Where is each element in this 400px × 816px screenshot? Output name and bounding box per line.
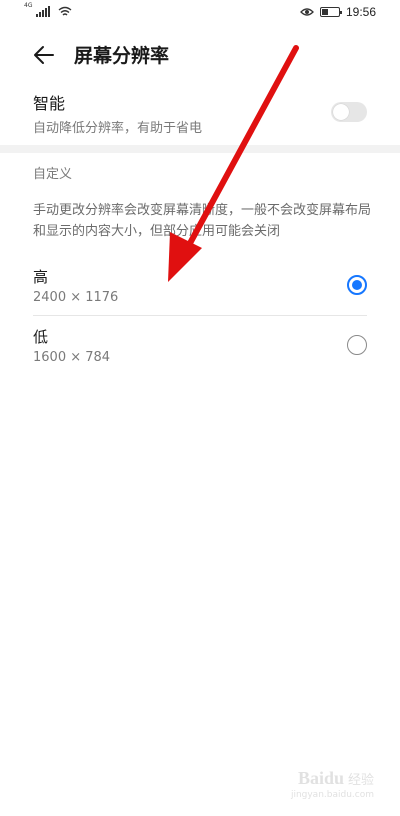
watermark-url: jingyan.baidu.com — [290, 790, 374, 800]
status-left: 4G — [24, 2, 72, 17]
section-divider — [0, 145, 400, 153]
smart-subtitle: 自动降低分辨率，有助于省电 — [33, 121, 203, 136]
toggle-knob — [333, 104, 349, 120]
wifi-icon — [59, 6, 72, 16]
watermark-brand: Baidu — [297, 768, 344, 788]
status-right: 19:56 — [300, 5, 376, 19]
custom-section-label: 自定义 — [33, 167, 73, 182]
custom-description: 手动更改分辨率会改变屏幕清晰度，一般不会改变屏幕布局和显示的内容大小，但部分应用… — [33, 203, 372, 239]
back-arrow-icon[interactable] — [32, 43, 56, 67]
status-bar: 4G 19:56 — [0, 0, 400, 28]
option-high[interactable]: 高 2400 × 1176 — [0, 266, 400, 322]
option-title: 低 — [33, 328, 49, 346]
signal-icon — [36, 6, 51, 17]
option-low[interactable]: 低 1600 × 784 — [0, 326, 400, 382]
network-type: 4G — [24, 2, 33, 9]
baidu-watermark: Baidu 经验 jingyan.baidu.com — [291, 768, 374, 800]
option-resolution: 1600 × 784 — [33, 350, 111, 365]
watermark-brand-cn: 经验 — [347, 773, 374, 788]
option-resolution: 2400 × 1176 — [33, 290, 119, 305]
page-title: 屏幕分辨率 — [74, 45, 170, 67]
radio-selected[interactable] — [347, 275, 367, 295]
option-title: 高 — [33, 268, 49, 286]
smart-resolution-row[interactable]: 智能 自动降低分辨率，有助于省电 — [0, 90, 400, 140]
radio-unselected[interactable] — [347, 335, 367, 355]
status-time: 19:56 — [345, 5, 376, 19]
eye-comfort-icon — [300, 8, 314, 16]
header: 屏幕分辨率 — [0, 36, 400, 76]
battery-icon — [319, 7, 342, 17]
smart-title: 智能 — [33, 94, 66, 113]
option-divider — [33, 315, 367, 316]
smart-toggle[interactable] — [331, 102, 367, 122]
